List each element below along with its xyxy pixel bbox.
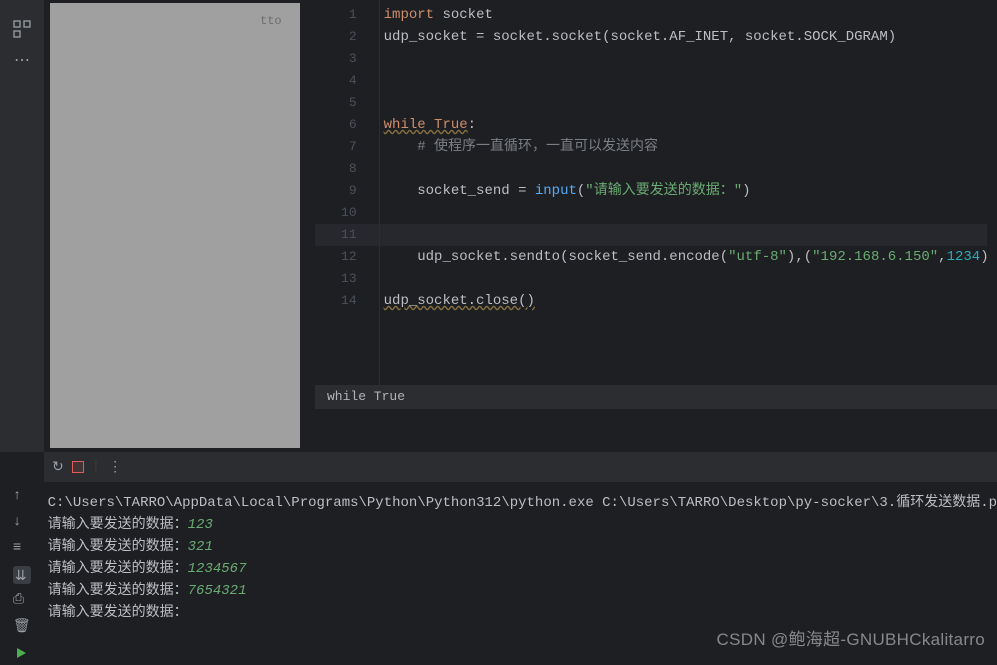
more-actions-icon[interactable]: ⋮: [108, 459, 122, 476]
code-line: [380, 158, 997, 180]
line-number: 5: [315, 92, 379, 114]
soft-wrap-icon[interactable]: ≡: [13, 540, 31, 558]
code-line: udp_socket = socket.socket(socket.AF_INE…: [380, 26, 997, 48]
watermark-text: CSDN @鲍海超-GNUBHCkalitarro: [717, 625, 985, 650]
code-line: udp_socket.close(): [380, 290, 997, 312]
line-number: 3: [315, 48, 379, 70]
gutter: 1 2 3 4 5 6 7 8 9 10 11 12 13 14: [315, 0, 380, 385]
print-icon[interactable]: ⎙: [13, 592, 31, 610]
code-line: # 使程序一直循环，一直可以发送内容: [380, 136, 997, 158]
line-number: 2: [315, 26, 379, 48]
scroll-to-end-icon[interactable]: ⇊: [13, 566, 31, 584]
code-line: while True:: [380, 114, 997, 136]
run-side-toolbar: ↑ ↓ ≡ ⇊ ⎙ 🗑: [0, 452, 44, 664]
code-area[interactable]: import socket udp_socket = socket.socket…: [380, 0, 997, 385]
partial-file-text: tto: [260, 14, 282, 28]
code-line: [380, 92, 997, 114]
code-line: udp_socket.sendto(socket_send.encode("ut…: [380, 246, 997, 268]
line-number: 11: [315, 224, 379, 246]
line-number: 13: [315, 268, 379, 290]
arrow-down-icon[interactable]: ↓: [13, 514, 31, 532]
code-editor[interactable]: 1 2 3 4 5 6 7 8 9 10 11 12 13 14 import …: [315, 0, 997, 385]
console-line: C:\Users\TARRO\AppData\Local\Programs\Py…: [48, 492, 997, 514]
console-line: 请输入要发送的数据：321: [48, 536, 997, 558]
run-toolbar: ↻ | ⋮: [44, 452, 997, 482]
line-number: 9: [315, 180, 379, 202]
line-number: 10: [315, 202, 379, 224]
rerun-icon[interactable]: ↻: [52, 459, 64, 476]
console-line: 请输入要发送的数据：123: [48, 514, 997, 536]
line-number: 7: [315, 136, 379, 158]
code-line: [380, 268, 997, 290]
arrow-up-icon[interactable]: ↑: [13, 488, 31, 506]
line-number: 1: [315, 4, 379, 26]
code-line: [380, 70, 997, 92]
line-number: 8: [315, 158, 379, 180]
breadcrumb-text: while True: [327, 389, 405, 404]
more-horizontal-icon[interactable]: ⋯: [13, 52, 31, 70]
line-number: 4: [315, 70, 379, 92]
run-indicator-icon[interactable]: [14, 646, 28, 660]
project-panel[interactable]: [50, 3, 300, 448]
code-line: [380, 48, 997, 70]
scrollbar[interactable]: [987, 0, 997, 385]
console-line: 请输入要发送的数据：1234567: [48, 558, 997, 580]
console-line: 请输入要发送的数据：7654321: [48, 580, 997, 602]
line-number: 14: [315, 290, 379, 312]
stop-button[interactable]: [72, 461, 84, 473]
trash-icon[interactable]: 🗑: [13, 618, 31, 636]
console-line: 请输入要发送的数据：: [48, 602, 997, 624]
line-number: 12: [315, 246, 379, 268]
code-line: [380, 202, 997, 224]
structure-icon[interactable]: [13, 20, 31, 38]
code-line: socket_send = input("请输入要发送的数据："): [380, 180, 997, 202]
code-line: import socket: [380, 4, 997, 26]
line-number: 6: [315, 114, 379, 136]
code-line-current: [380, 224, 997, 246]
breadcrumb[interactable]: while True: [315, 385, 997, 409]
